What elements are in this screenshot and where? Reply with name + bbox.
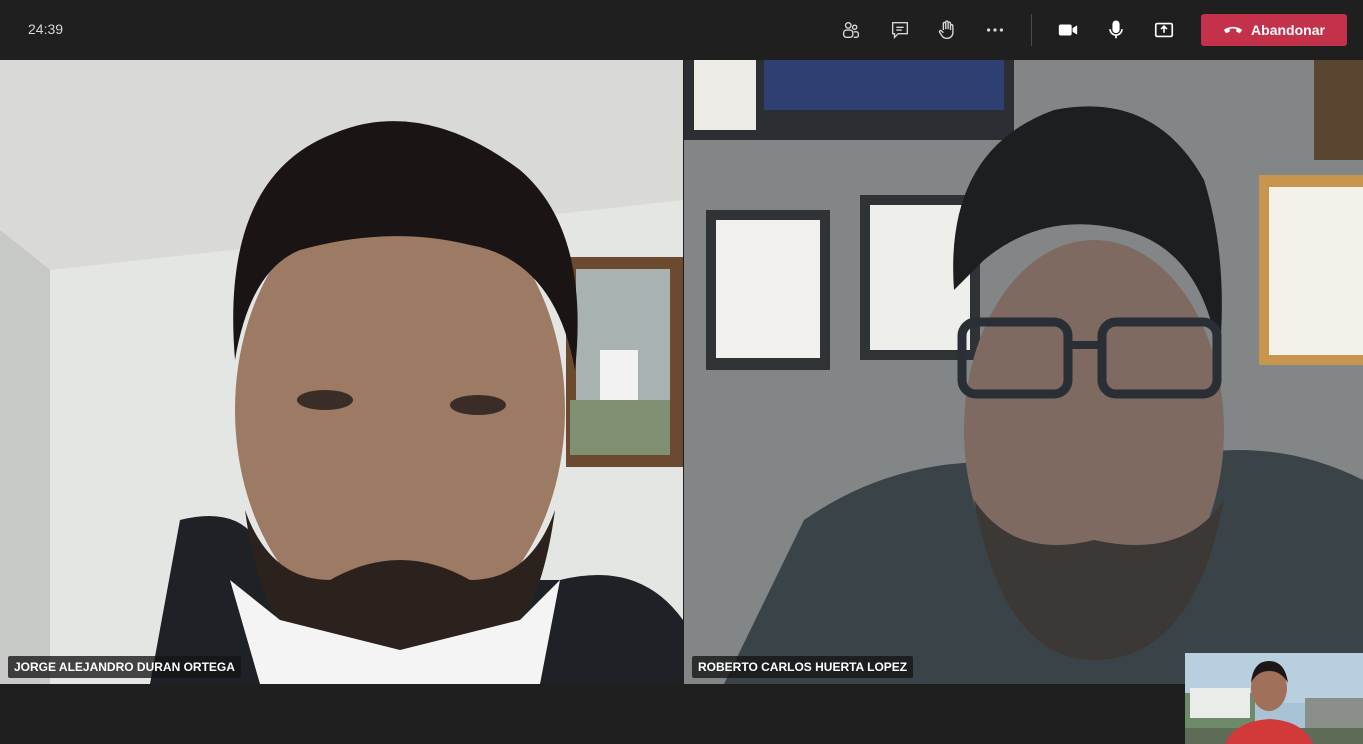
- participant-video-tile[interactable]: ROBERTO CARLOS HUERTA LOPEZ: [684, 60, 1363, 684]
- self-view-feed: [1185, 653, 1363, 744]
- leave-button[interactable]: Abandonar: [1201, 14, 1347, 46]
- participant-name-label: JORGE ALEJANDRO DURAN ORTEGA: [8, 656, 241, 678]
- participant-name-label: ROBERTO CARLOS HUERTA LOPEZ: [692, 656, 914, 678]
- participant-video-feed: [684, 60, 1363, 684]
- self-view-video[interactable]: [1185, 653, 1363, 744]
- call-duration: 24:39: [28, 21, 64, 37]
- leave-button-label: Abandonar: [1251, 22, 1325, 38]
- camera-icon[interactable]: [1054, 16, 1082, 44]
- video-stage: JORGE ALEJANDRO DURAN ORTEGA ROBERTO CAR…: [0, 60, 1363, 744]
- meeting-toolbar: 24:39 Abandonar: [0, 0, 1363, 60]
- microphone-icon[interactable]: [1102, 16, 1130, 44]
- more-options-icon[interactable]: [981, 16, 1009, 44]
- participants-icon[interactable]: [837, 16, 865, 44]
- toolbar-divider: [1031, 14, 1032, 46]
- chat-icon[interactable]: [886, 16, 914, 44]
- raise-hand-icon[interactable]: [933, 16, 961, 44]
- hang-up-icon: [1223, 26, 1243, 34]
- participant-video-tile[interactable]: JORGE ALEJANDRO DURAN ORTEGA: [0, 60, 683, 684]
- share-screen-icon[interactable]: [1150, 16, 1178, 44]
- participant-video-feed: [0, 60, 683, 684]
